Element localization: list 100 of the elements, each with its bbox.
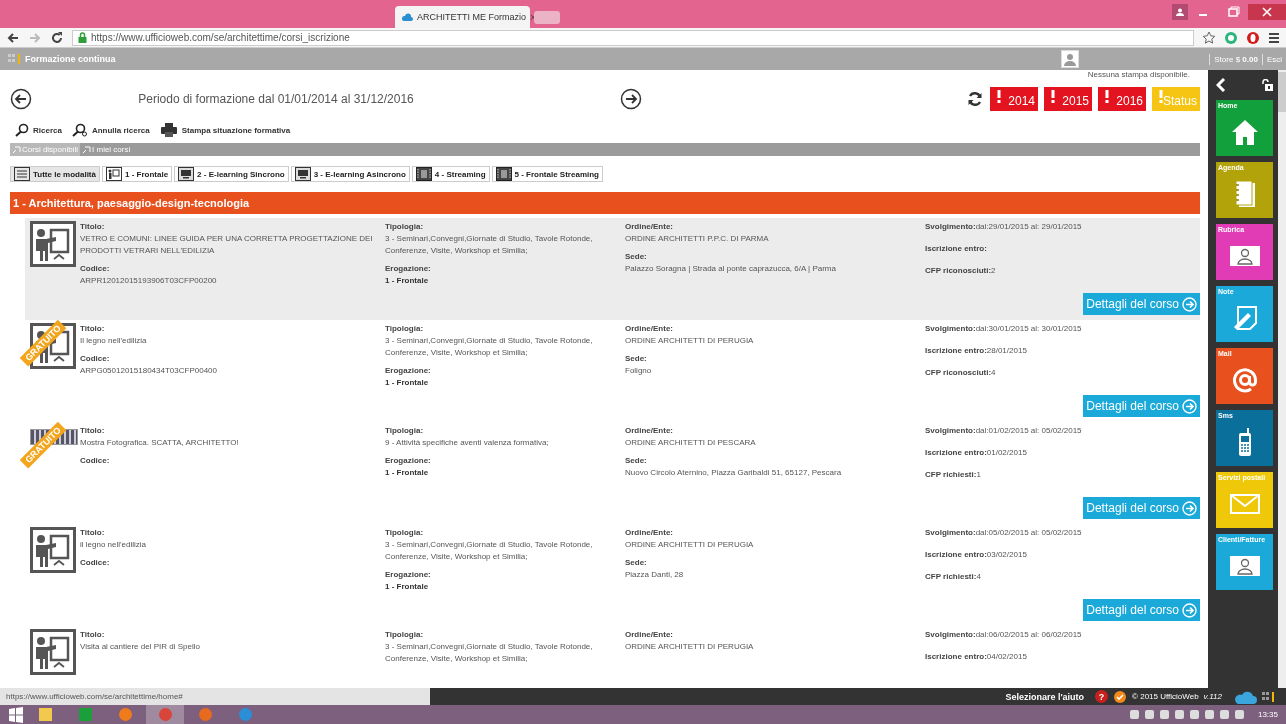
field-label: Codice: [80, 263, 111, 275]
help-button[interactable]: ? [1095, 690, 1109, 703]
envelope-icon [1229, 493, 1260, 514]
help-label[interactable]: Selezionare l'aiuto [1005, 691, 1085, 702]
period-title: Periodo di formazione dal 01/01/2014 al 31/12/2016 [138, 92, 414, 106]
lecture-icon [30, 629, 76, 675]
field-value: 4 [991, 368, 996, 377]
field-label: Codice: [80, 353, 111, 365]
status-check-icon[interactable] [1113, 689, 1128, 704]
cloud-icon[interactable] [1233, 689, 1257, 704]
logo-icon [1262, 690, 1276, 703]
field-label: Titolo: [80, 629, 106, 641]
chevron-left-icon[interactable] [1216, 78, 1226, 92]
mode-tab[interactable]: 4 - Streaming [411, 166, 490, 182]
field-label: Iscrizione entro: [925, 652, 987, 661]
course-details-button[interactable]: Dettagli del corso [1083, 599, 1200, 621]
year-badge[interactable]: 2016 [1098, 87, 1146, 111]
print-notice: Nessuna stampa disponibile. [1087, 70, 1190, 79]
field-label: Svolgimento: [925, 222, 976, 231]
field-label: Titolo: [80, 323, 106, 335]
star-icon[interactable] [1202, 30, 1216, 45]
field-label: Codice: [80, 455, 111, 467]
field-value: Palazzo Soragna | Strada al ponte caprazucca, 6/A | Parma [625, 263, 837, 275]
extension-icon[interactable] [1246, 30, 1260, 45]
toolbar-button[interactable]: Annulla ricerca [71, 123, 150, 137]
field-label: Ordine/Ente: [625, 221, 674, 233]
field-value: 1 [976, 470, 981, 479]
lecture-icon [30, 221, 76, 267]
field-label: Erogazione: [385, 365, 432, 377]
unlock-icon[interactable] [1261, 79, 1273, 91]
field-value: dal:29/01/2015 al: 29/01/2015 [975, 222, 1082, 231]
field-label: Titolo: [80, 221, 106, 233]
field-value: 1 - Frontale [385, 467, 430, 479]
year-badge[interactable]: 2014 [990, 87, 1038, 111]
arrow-circle-icon [1182, 500, 1197, 516]
field-value: 3 - Seminari,Convegni,Giornate di Studio, Tavole Rotonde, Conferenze, Visite, Workshop et Similia; [385, 641, 594, 665]
menu-icon[interactable] [1268, 31, 1280, 44]
mode-tab[interactable]: 5 - Frontale Streaming [491, 166, 603, 182]
field-value: ORDINE ARCHITETTI DI PESCARA [625, 437, 757, 449]
arrow-circle-icon [1182, 398, 1197, 414]
monitor-icon [294, 167, 311, 181]
field-label: Titolo: [80, 527, 106, 539]
film-icon [415, 167, 432, 181]
field-label: CFP riconosciuti: [925, 368, 992, 377]
mode-tab[interactable]: 1 - Frontale [101, 166, 173, 182]
arrow-circle-icon [1182, 296, 1197, 312]
course-details-button[interactable]: Dettagli del corso [1083, 497, 1200, 519]
list-icon [14, 167, 30, 181]
house-icon [1230, 118, 1259, 145]
field-value: 3 - Seminari,Convegni,Giornate di Studio, Tavole Rotonde, Conferenze, Visite, Workshop et Similia; [385, 233, 594, 257]
field-label: Iscrizione entro: [925, 346, 987, 355]
toolbar-button[interactable]: Ricerca [15, 123, 62, 137]
course-details-button[interactable]: Dettagli del corso [1083, 395, 1200, 417]
clear-search-icon [71, 123, 88, 137]
mobile-phone-icon [1237, 427, 1252, 456]
mode-tab[interactable]: Tutte le modalità [10, 166, 100, 182]
address-field[interactable]: https://www.ufficioweb.com/se/architettime/corsi_iscrizione [72, 29, 1194, 46]
field-label: CFP riconosciuti: [925, 266, 992, 275]
scrollbar[interactable] [1278, 70, 1286, 688]
field-label: Tipologia: [385, 425, 425, 437]
toolbar-button[interactable]: Stampa situazione formativa [159, 123, 291, 137]
user-avatar-icon[interactable] [1061, 50, 1080, 68]
extension-icon[interactable] [1224, 30, 1238, 45]
windows-start-icon[interactable] [8, 706, 24, 723]
profile-button[interactable] [1172, 4, 1188, 20]
field-label: Iscrizione entro: [925, 244, 987, 253]
field-label: Erogazione: [385, 263, 432, 275]
mode-tab[interactable]: 3 - E-learning Asincrono [290, 166, 410, 182]
reload-icon[interactable] [50, 30, 64, 45]
contact-card-icon [1229, 245, 1260, 266]
contact-card-icon [1229, 555, 1260, 576]
refresh-icon[interactable] [966, 90, 984, 108]
system-tray-icons[interactable] [1129, 710, 1244, 719]
person-icon [1176, 8, 1184, 16]
field-label: Sede: [625, 251, 648, 263]
field-label: CFP richiesti: [925, 572, 977, 581]
field-label: Sede: [625, 455, 648, 467]
close-icon[interactable] [1248, 4, 1286, 20]
course-details-button[interactable]: Dettagli del corso [1083, 293, 1200, 315]
field-value: 3 - Seminari,Convegni,Giornate di Studio, Tavole Rotonde, Conferenze, Visite, Workshop et Similia; [385, 539, 594, 563]
field-value: 4 [976, 572, 981, 581]
cloud-icon [401, 13, 413, 21]
at-sign-icon [1231, 366, 1258, 393]
logo-icon [8, 53, 22, 65]
film-icon [495, 167, 512, 181]
field-value: ARPG05012015180434T03CFP00400 [80, 365, 218, 377]
field-label: Ordine/Ente: [625, 323, 674, 335]
arrow-circle-icon [1182, 602, 1197, 618]
mode-tab[interactable]: 2 - E-learning Sincrono [174, 166, 289, 182]
search-icon [15, 123, 29, 137]
field-value: Piazza Danti, 28 [625, 569, 685, 581]
field-label: Svolgimento: [925, 630, 976, 639]
field-label: Svolgimento: [925, 324, 976, 333]
field-label: Titolo: [80, 425, 106, 437]
field-value: il legno nell'edilizia [80, 539, 147, 551]
lecture-icon [105, 167, 122, 181]
notebook-icon [1233, 179, 1256, 208]
back-arrow-icon[interactable] [6, 30, 20, 45]
year-badge[interactable]: 2015 [1044, 87, 1092, 111]
field-value: 2 [991, 266, 996, 275]
